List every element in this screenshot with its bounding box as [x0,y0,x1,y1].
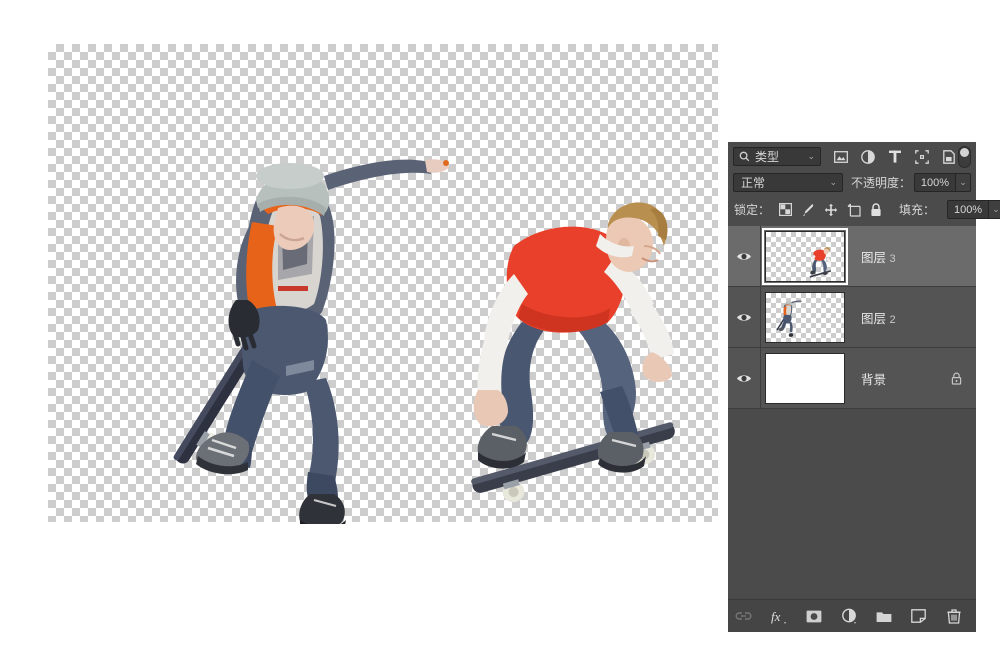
new-group-button[interactable] [875,608,892,625]
lock-position-icon[interactable] [824,203,838,217]
fill-input[interactable]: 100% [947,200,989,219]
chevron-down-icon: ⌄ [807,152,815,161]
layer-list[interactable]: 图层 3 [728,226,976,599]
fill-control: 100% ⌄ [944,200,1000,219]
male-skater-thumbnail[interactable] [765,231,845,282]
blend-mode-value: 正常 [741,174,765,191]
opacity-stepper-chevron-down-icon[interactable]: ⌄ [956,173,971,192]
filter-kind-dropdown[interactable]: 类型 ⌄ [733,147,821,166]
filter-enable-toggle[interactable] [958,146,971,168]
layers-panel-footer: fx [728,599,976,632]
female-skater-thumbnail[interactable] [765,292,845,343]
lock-fill-row: 锁定： [728,196,976,223]
eye-icon [736,312,752,323]
opacity-label: 不透明度： [851,174,911,191]
table-row[interactable]: 图层 3 [728,226,976,287]
lock-image-pixels-icon[interactable] [801,203,815,217]
pixel-layer-filter-icon[interactable] [833,149,848,164]
layer-filter-row: 类型 ⌄ [728,142,976,169]
fill-stepper-chevron-down-icon[interactable]: ⌄ [989,200,1000,219]
lock-transparent-pixels-icon[interactable] [779,203,792,217]
layer-visibility-toggle[interactable] [728,226,761,286]
document-canvas[interactable] [48,44,718,522]
delete-layer-button[interactable] [945,608,962,625]
female-skateboarder-artwork [128,104,458,524]
layer-name-label: 背景 [861,369,951,388]
link-layers-button[interactable] [735,608,752,625]
white-background-thumbnail[interactable] [765,353,845,404]
eye-icon [736,373,752,384]
chevron-down-icon: ⌄ [829,178,837,187]
lock-label: 锁定： [734,201,770,218]
lock-artboard-nesting-icon[interactable] [847,203,861,217]
filter-kind-label: 类型 [755,148,779,165]
layer-locked-icon [951,372,962,385]
layers-panel: 类型 ⌄ [728,142,976,632]
blend-mode-dropdown[interactable]: 正常 ⌄ [733,173,843,192]
shape-layer-filter-icon[interactable] [914,149,929,164]
layer-style-fx-button[interactable]: fx [770,608,787,625]
opacity-control: 100% ⌄ [911,173,971,192]
smart-object-filter-icon[interactable] [941,149,956,164]
fill-label: 填充： [899,201,935,218]
table-row[interactable]: 背景 [728,348,976,409]
svg-text:fx: fx [771,609,781,624]
filter-type-icons [833,149,956,164]
eye-icon [736,251,752,262]
blend-opacity-row: 正常 ⌄ 不透明度： 100% ⌄ [728,169,976,196]
search-icon [739,151,750,162]
lock-all-icon[interactable] [870,203,882,217]
table-row[interactable]: 图层 2 [728,287,976,348]
layer-visibility-toggle[interactable] [728,287,761,347]
adjustment-layer-filter-icon[interactable] [860,149,875,164]
layer-name-label: 图层 3 [861,247,976,266]
layer-name-label: 图层 2 [861,308,976,327]
layer-visibility-toggle[interactable] [728,348,761,408]
opacity-input[interactable]: 100% [914,173,956,192]
male-skateboarder-artwork [418,154,748,524]
add-layer-mask-button[interactable] [805,608,822,625]
new-adjustment-layer-button[interactable] [840,608,857,625]
type-layer-filter-icon[interactable] [887,149,902,164]
new-layer-button[interactable] [910,608,927,625]
